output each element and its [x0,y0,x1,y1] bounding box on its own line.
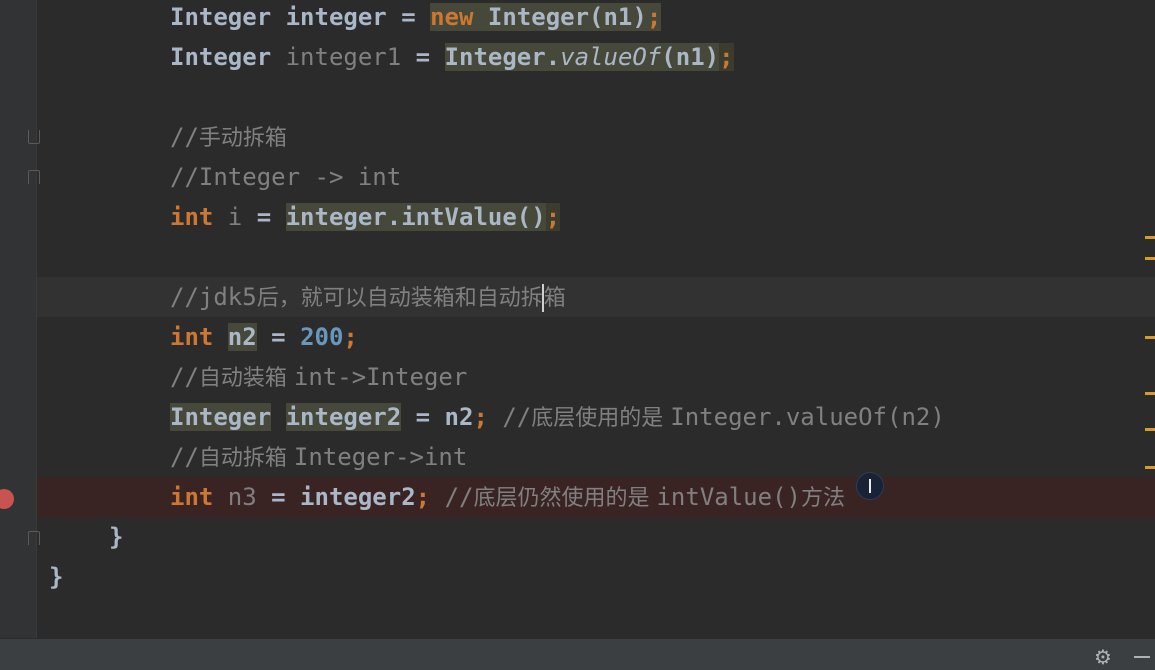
code-token: Integer [170,3,286,31]
code-token: n2 [227,323,257,351]
code-token: integer [285,3,402,31]
code-token: ; [719,43,734,71]
line-comment-autounbox[interactable]: //自动拆箱 Integer->int [37,437,1155,477]
line-close-class[interactable]: } [37,557,1155,597]
code-token: 手动拆箱 [198,126,287,151]
code-token: int [170,483,228,511]
code-text: } [109,517,123,557]
code-token: = [401,3,431,31]
code-token: 200 [300,323,344,351]
line-valueof[interactable]: Integer integer1 = Integer.valueOf(n1); [37,37,1155,77]
code-token: (n1) [661,43,720,71]
code-token: integer2 [285,403,402,431]
line-new-integer[interactable]: Integer integer = new Integer(n1); [37,0,1155,37]
code-token: //Integer -> int [170,163,402,191]
code-token: Integer. [444,43,561,71]
code-token: 自动装箱 [198,366,294,391]
code-text: //自动装箱 int->Integer [170,357,467,399]
code-token: // [170,123,199,151]
code-text: Integer integer = new Integer(n1); [170,0,662,37]
code-token: = [256,323,301,351]
code-token: Integer->int [293,443,468,471]
code-token: //jdk5 [170,283,257,311]
line-comment-integer-to-int[interactable]: //Integer -> int [37,157,1155,197]
code-token: ; [646,3,662,31]
code-token: 底层使用的是 [531,406,671,431]
code-token: ; [545,203,561,231]
breakpoint-icon[interactable] [0,489,14,509]
code-text: int n3 = integer2; //底层仍然使用的是 intValue()… [170,477,845,519]
code-token: = [256,203,286,231]
code-token: } [49,563,64,591]
bottom-tool-bar: ⚙ [0,638,1155,670]
code-token: ; [343,323,358,351]
code-text: int i = integer.intValue(); [170,197,561,237]
code-token: int->Integer [293,363,468,391]
mouse-pointer [856,472,884,500]
code-token: integer1 [285,43,416,71]
code-text: } [49,557,63,597]
line-n2[interactable]: int n2 = 200; [37,317,1155,357]
error-stripe-mark[interactable] [1145,466,1155,469]
line-comment-autobox[interactable]: //自动装箱 int->Integer [37,357,1155,397]
line-n3[interactable]: int n3 = integer2; //底层仍然使用的是 intValue()… [37,477,1155,517]
code-token: Integer.valueOf(n2) [670,403,945,431]
error-stripe-mark[interactable] [1145,236,1155,239]
line-integer2[interactable]: Integer integer2 = n2; //底层使用的是 Integer.… [37,397,1155,437]
code-token: Integer [170,43,286,71]
code-token: n3 [227,483,272,511]
line-comment-jdk5[interactable]: //jdk5后，就可以自动装箱和自动拆箱 [37,277,1155,317]
code-token: intValue() [656,483,801,511]
code-token: ; [415,483,445,511]
code-text: //jdk5后，就可以自动装箱和自动拆箱 [170,277,566,319]
error-stripe-mark[interactable] [1145,336,1155,339]
code-token: ; [473,403,503,431]
line-blank-1[interactable] [37,77,1155,117]
code-text: //自动拆箱 Integer->int [170,437,467,479]
code-text: int n2 = 200; [170,317,358,357]
editor-gutter[interactable] [0,0,40,638]
code-token: 自动拆箱 [198,446,294,471]
code-token: 方法 [800,486,845,511]
gear-icon[interactable]: ⚙ [1094,645,1112,669]
code-token: } [109,523,124,551]
code-token: 箱 [543,286,566,311]
code-text: //Integer -> int [170,157,401,197]
code-token: valueOf [560,43,662,71]
code-token: = integer2 [271,483,416,511]
code-token: Integer [170,403,272,431]
code-token: integer.intValue() [285,203,546,231]
code-text: //手动拆箱 [170,117,287,159]
code-token: // [444,483,474,511]
code-token: 底层仍然使用的是 [473,486,657,511]
code-token: new [430,3,488,31]
code-text: Integer integer1 = Integer.valueOf(n1); [170,37,734,77]
code-token: // [170,363,199,391]
error-stripe-mark[interactable] [1145,392,1155,395]
line-blank-2[interactable] [37,237,1155,277]
code-token: i [227,203,257,231]
line-comment-manual-unbox[interactable]: //手动拆箱 [37,117,1155,157]
code-token: = n2 [401,403,474,431]
error-stripe-mark[interactable] [1145,257,1155,260]
error-stripe-mark[interactable] [1145,428,1155,431]
minimize-icon[interactable] [1134,656,1150,658]
code-token: = [415,43,445,71]
code-token: int [170,203,228,231]
code-editor[interactable]: Integer integer = new Integer(n1); Intege… [37,0,1155,638]
code-token: int [170,323,228,351]
code-token: Integer(n1) [487,3,647,31]
code-token: // [170,443,199,471]
code-token: 后，就可以自动装箱和自动拆 [256,286,543,311]
line-intvalue[interactable]: int i = integer.intValue(); [37,197,1155,237]
code-text: Integer integer2 = n2; //底层使用的是 Integer.… [170,397,945,439]
line-close-method[interactable]: } [37,517,1155,557]
code-token: // [502,403,532,431]
